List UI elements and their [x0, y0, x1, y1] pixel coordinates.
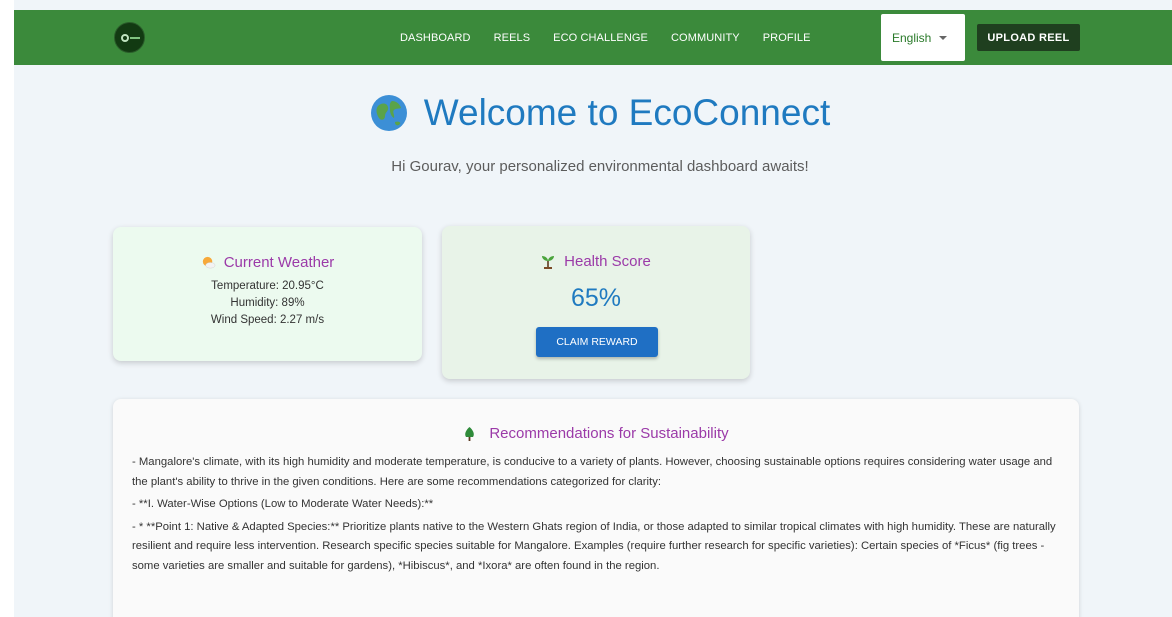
- humidity-text: Humidity: 89%: [230, 297, 305, 309]
- nav-community[interactable]: COMMUNITY: [671, 32, 740, 44]
- recommendations-card: Recommendations for Sustainability - Man…: [113, 399, 1079, 617]
- claim-reward-button[interactable]: CLAIM REWARD: [536, 327, 658, 357]
- nav-eco-challenge[interactable]: ECO CHALLENGE: [553, 32, 648, 44]
- weather-card: Current Weather Temperature: 20.95°C Hum…: [113, 227, 422, 361]
- nav-reels[interactable]: REELS: [494, 32, 531, 44]
- language-select[interactable]: English: [881, 14, 965, 61]
- logo-icon[interactable]: [114, 22, 145, 53]
- health-score-value: 65%: [570, 284, 622, 312]
- top-navbar: DASHBOARD REELS ECO CHALLENGE COMMUNITY …: [14, 10, 1172, 65]
- sprout-icon: [542, 255, 555, 269]
- nav-profile[interactable]: PROFILE: [763, 32, 811, 44]
- recommendations-heading: Recommendations for Sustainability: [113, 425, 1079, 442]
- page-title: Welcome to EcoConnect: [0, 92, 1172, 134]
- page: DASHBOARD REELS ECO CHALLENGE COMMUNITY …: [0, 0, 1172, 617]
- sun-cloud-icon: [202, 256, 215, 269]
- nav-dashboard[interactable]: DASHBOARD: [400, 32, 471, 44]
- nav-links: DASHBOARD REELS ECO CHALLENGE COMMUNITY …: [400, 10, 834, 65]
- tree-icon: [465, 426, 475, 441]
- page-subtitle: Hi Gourav, your personalized environment…: [391, 158, 809, 175]
- health-heading-text: Health Score: [564, 253, 651, 270]
- wind-speed-text: Wind Speed: 2.27 m/s: [210, 314, 325, 326]
- page-title-text: Welcome to EcoConnect: [423, 92, 831, 133]
- recommendation-paragraph: - * **Point 1: Native & Adapted Species:…: [132, 520, 1056, 572]
- weather-heading: Current Weather: [113, 254, 422, 271]
- recommendation-paragraph: - Mangalore's climate, with its high hum…: [132, 456, 1053, 488]
- health-heading: Health Score: [442, 253, 750, 270]
- chevron-down-icon: [939, 35, 948, 40]
- language-value: English: [892, 30, 932, 45]
- recommendation-paragraph: - **I. Water-Wise Options (Low to Modera…: [132, 498, 434, 510]
- recommendations-heading-text: Recommendations for Sustainability: [489, 425, 729, 442]
- weather-heading-text: Current Weather: [223, 254, 335, 271]
- temperature-text: Temperature: 20.95°C: [211, 280, 324, 292]
- globe-icon: [370, 95, 407, 131]
- recommendations-body: - Mangalore's climate, with its high hum…: [132, 453, 1062, 579]
- health-score-card: Health Score 65% CLAIM REWARD: [442, 226, 750, 379]
- upload-reel-button[interactable]: UPLOAD REEL: [977, 24, 1080, 51]
